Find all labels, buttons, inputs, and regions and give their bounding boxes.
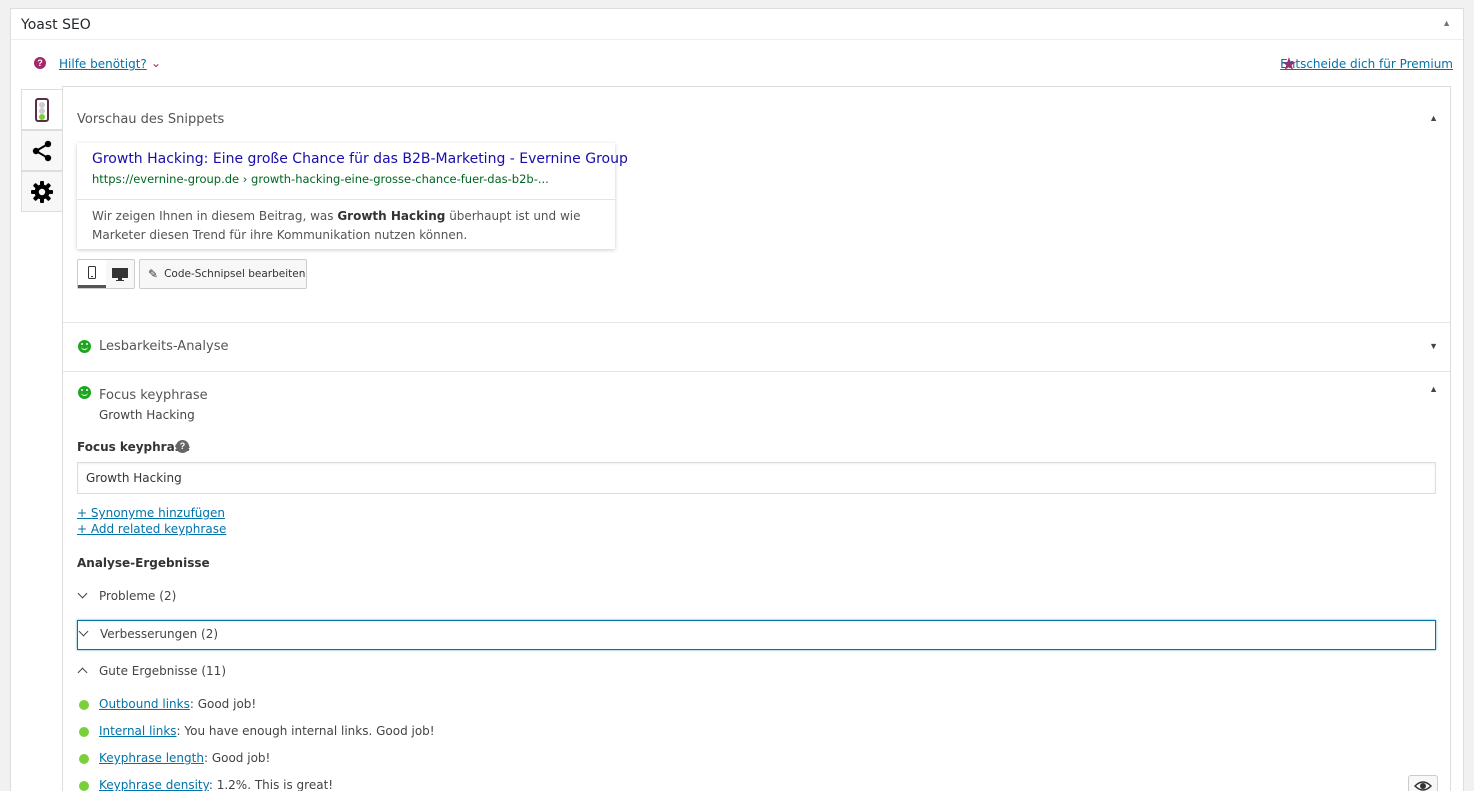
device-toggle <box>77 259 135 289</box>
focus-keyphrase-label: Focus keyphrase <box>77 440 190 454</box>
help-link[interactable]: Hilfe benötigt? <box>59 57 147 71</box>
good-bullet-icon <box>79 727 89 737</box>
focus-keyphrase-input[interactable] <box>77 462 1436 494</box>
tab-social[interactable] <box>21 130 62 171</box>
snippet-description: Wir zeigen Ihnen in diesem Beitrag, was … <box>92 209 581 242</box>
metabox-tabs <box>21 89 63 212</box>
improvements-group[interactable]: Verbesserungen (2) <box>77 620 1436 650</box>
chevron-down-icon[interactable]: ⌄ <box>151 56 161 70</box>
result-link[interactable]: Keyphrase length <box>99 751 204 765</box>
chevron-down-icon <box>77 588 88 599</box>
focus-section-subtitle: Growth Hacking <box>99 408 195 422</box>
premium-link[interactable]: Entscheide dich für Premium <box>1280 57 1453 71</box>
gear-icon <box>31 180 53 203</box>
tab-seo[interactable] <box>21 89 63 130</box>
panel-header: Yoast SEO ▲ <box>11 9 1463 40</box>
pencil-icon: ✎ <box>148 267 159 281</box>
tab-advanced[interactable] <box>21 171 62 212</box>
result-link[interactable]: Outbound links <box>99 697 190 711</box>
add-synonyms-link[interactable]: + Synonyme hinzufügen <box>77 506 225 520</box>
edit-snippet-button[interactable]: ✎ Code-Schnipsel bearbeiten <box>139 259 307 289</box>
add-related-keyphrase-link[interactable]: + Add related keyphrase <box>77 522 226 536</box>
panel-collapse-icon[interactable]: ▲ <box>1442 18 1451 28</box>
good-bullet-icon <box>79 781 89 791</box>
metabox-content: Vorschau des Snippets ▲ Growth Hacking: … <box>62 86 1451 791</box>
help-icon[interactable]: ? <box>176 440 189 453</box>
highlight-toggle-button[interactable] <box>1408 775 1438 791</box>
snippet-collapse-icon[interactable]: ▲ <box>1429 113 1438 123</box>
result-link[interactable]: Keyphrase density <box>99 778 209 791</box>
smiley-good-icon <box>78 340 91 353</box>
snippet-url: https://evernine-group.de › growth-hacki… <box>92 172 549 186</box>
share-icon <box>32 140 52 161</box>
chevron-up-icon <box>77 667 88 678</box>
yoast-seo-panel: Yoast SEO ▲ ? Hilfe benötigt? ⌄ ★ Entsch… <box>10 8 1464 791</box>
problems-group[interactable]: Probleme (2) <box>77 583 1436 613</box>
focus-collapse-icon[interactable]: ▲ <box>1429 384 1438 394</box>
good-bullet-icon <box>79 700 89 710</box>
readability-section-title[interactable]: Lesbarkeits-Analyse <box>99 339 228 354</box>
snippet-section-title[interactable]: Vorschau des Snippets <box>77 112 224 127</box>
eye-icon <box>1414 781 1432 791</box>
panel-title: Yoast SEO <box>21 17 91 33</box>
mobile-icon <box>88 266 96 279</box>
traffic-light-icon <box>35 97 49 122</box>
help-row: ? Hilfe benötigt? ⌄ ★ Entscheide dich fü… <box>11 54 1463 76</box>
good-bullet-icon <box>79 754 89 764</box>
chevron-down-icon <box>78 626 89 637</box>
desktop-icon <box>112 267 128 281</box>
result-link[interactable]: Internal links <box>99 724 177 738</box>
focus-section-title[interactable]: Focus keyphrase <box>99 388 208 403</box>
question-icon: ? <box>34 57 46 69</box>
smiley-good-icon <box>78 386 91 399</box>
desktop-preview-button[interactable] <box>106 260 134 288</box>
snippet-title[interactable]: Growth Hacking: Eine große Chance für da… <box>92 151 628 167</box>
analysis-results-heading: Analyse-Ergebnisse <box>77 556 210 570</box>
readability-expand-icon[interactable]: ▼ <box>1429 341 1438 351</box>
good-results-group[interactable]: Gute Ergebnisse (11) <box>77 658 1436 688</box>
snippet-preview: Growth Hacking: Eine große Chance für da… <box>77 143 628 249</box>
mobile-preview-button[interactable] <box>78 260 106 288</box>
